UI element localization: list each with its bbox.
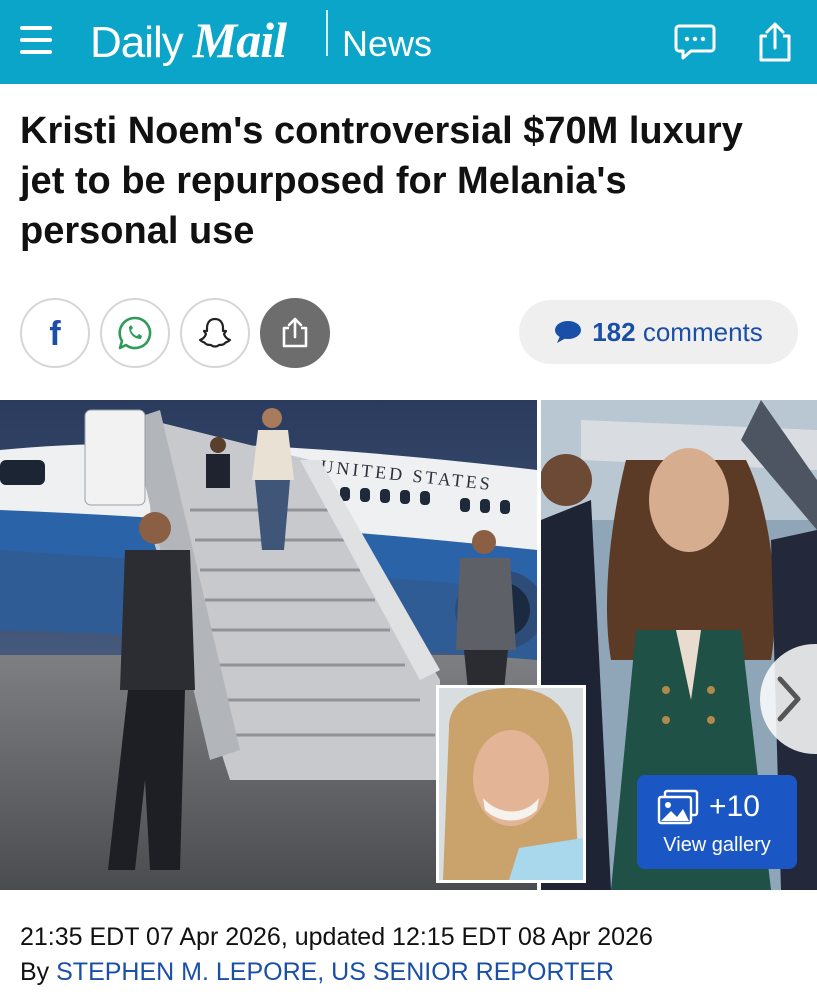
comments-label: comments (642, 316, 763, 347)
top-bar: Daily Mail News (0, 0, 817, 84)
view-gallery-label: View gallery (663, 834, 771, 856)
facebook-icon: f (49, 315, 61, 353)
hamburger-menu-icon[interactable] (20, 22, 54, 58)
snapchat-share-button[interactable] (180, 298, 250, 368)
gallery-next-button[interactable] (760, 644, 817, 754)
article-headline: Kristi Noem's controversial $70M luxury … (20, 110, 743, 252)
gallery-more-count: +10 (709, 790, 760, 823)
article-byline: By STEPHEN M. LEPORE, US SENIOR REPORTER (20, 956, 614, 988)
article-timestamp: 21:35 EDT 07 Apr 2026, updated 12:15 EDT… (20, 923, 653, 951)
whatsapp-share-button[interactable] (100, 298, 170, 368)
brand-divider (326, 10, 328, 56)
view-gallery-button[interactable]: +10 View gallery (637, 775, 797, 869)
comments-count-label: 182 comments (592, 317, 763, 348)
author-link[interactable]: STEPHEN M. LEPORE, US SENIOR REPORTER (56, 958, 614, 986)
brand-daily: Daily (90, 18, 184, 67)
comment-bubble-icon (555, 321, 582, 343)
share-button[interactable] (260, 298, 330, 368)
brand-mail: Mail (192, 12, 287, 68)
speech-bubble-icon (674, 24, 716, 60)
brand-logo[interactable]: Daily Mail (90, 10, 287, 70)
section-title[interactable]: News (342, 22, 432, 66)
comments-header-button[interactable] (673, 20, 717, 64)
whatsapp-icon (118, 316, 152, 350)
chevron-right-icon (777, 676, 801, 722)
comments-count: 182 (592, 316, 636, 347)
comments-button[interactable]: 182 comments (519, 300, 798, 364)
share-header-button[interactable] (753, 20, 797, 64)
inset-photo-blonde-woman[interactable] (436, 685, 586, 883)
share-icon (282, 317, 308, 348)
photo-stack-icon (657, 789, 699, 825)
snapchat-icon (198, 317, 232, 348)
facebook-share-button[interactable]: f (20, 298, 90, 368)
byline-prefix: By (20, 958, 57, 986)
share-icon (759, 22, 791, 62)
blonde-woman-image (439, 688, 583, 880)
